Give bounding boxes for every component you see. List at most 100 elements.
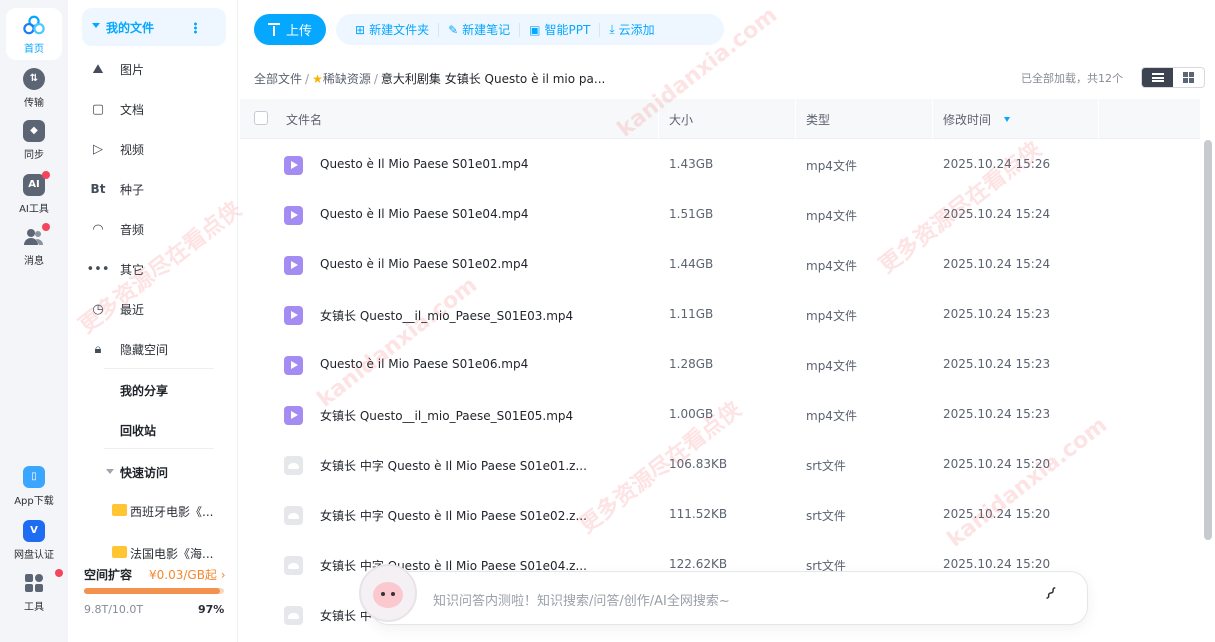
file-type: mp4文件: [806, 209, 857, 223]
ai-search-bar[interactable]: 知识问答内测啦！知识搜索/问答/创作/AI全网搜索~ ⌇: [359, 564, 1088, 625]
column-header-modified-label: 修改时间: [943, 113, 992, 127]
nav-item-torrents[interactable]: Bt 种子: [91, 179, 144, 199]
select-all-checkbox[interactable]: [254, 111, 268, 125]
breadcrumb-separator: /: [305, 72, 310, 86]
quick-access-label: 快速访问: [120, 466, 169, 480]
subtitle-file-icon: [284, 606, 303, 625]
smart-ppt-button[interactable]: ▣ 智能PPT: [520, 22, 601, 37]
rail-messages[interactable]: 消息: [6, 220, 62, 272]
ppt-icon: ▣: [529, 22, 541, 37]
table-row[interactable]: 女镇长 Questo__il_mio_Paese_S01E05.mp4 1.00…: [240, 390, 1190, 440]
notification-dot: [42, 170, 50, 179]
column-header-size[interactable]: 大小: [669, 111, 693, 128]
cloud-logo-icon: [23, 14, 45, 36]
column-header-modified[interactable]: 修改时间: [943, 111, 1010, 128]
file-modified: 2025.10.24 15:23: [943, 357, 1051, 371]
file-name: Questo è il Mio Paese S01e06.mp4: [320, 357, 529, 371]
column-header-type[interactable]: 类型: [806, 111, 830, 128]
breadcrumb-level1[interactable]: 稀缺资源: [323, 72, 371, 86]
rail-messages-label: 消息: [24, 255, 44, 267]
notification-dot: [55, 568, 63, 577]
new-folder-button[interactable]: ⊞ 新建文件夹: [346, 22, 440, 37]
rail-transfer-label: 传输: [24, 97, 44, 109]
table-row[interactable]: 女镇长 Questo__il_mio_Paese_S01E03.mp4 1.11…: [240, 290, 1190, 340]
table-row[interactable]: Questo è il Mio Paese S01e02.mp4 1.44GB …: [240, 240, 1190, 290]
upload-button[interactable]: 上传: [254, 14, 326, 45]
column-header-name[interactable]: 文件名: [286, 111, 322, 128]
nav-item-other[interactable]: ••• 其它: [87, 259, 145, 279]
list-icon: [1151, 73, 1164, 82]
note-edit-icon: ✎: [448, 22, 459, 37]
rail-app-download[interactable]: ▯ App下载: [6, 460, 62, 512]
people-icon: [23, 222, 50, 248]
rail-verify[interactable]: V 网盘认证: [6, 514, 62, 566]
more-vertical-icon[interactable]: [194, 22, 197, 34]
cloud-add-button[interactable]: ⤓ 云添加: [600, 22, 663, 37]
video-file-icon: [284, 206, 303, 225]
quick-access-item-label: 西班牙电影《...: [130, 505, 214, 519]
quick-access-title[interactable]: 快速访问: [106, 464, 169, 481]
nav-item-hidden-space[interactable]: 🔒︎ 隐藏空间: [95, 339, 168, 359]
file-name: Questo è Il Mio Paese S01e01.mp4: [320, 157, 529, 171]
transfer-icon: ⇅: [23, 67, 45, 90]
table-row[interactable]: 女镇长 中字 Questo è Il Mio Paese S01e02.z...…: [240, 490, 1190, 540]
table-row[interactable]: Questo è Il Mio Paese S01e04.mp4 1.51GB …: [240, 190, 1190, 240]
folder-icon: [112, 546, 127, 558]
table-row[interactable]: 女镇长 中字 Questo è Il Mio Paese S01e01.z...…: [240, 440, 1190, 490]
video-file-icon: [284, 256, 303, 275]
storage-used-text: 9.8T/10.0T: [84, 603, 144, 616]
new-note-button[interactable]: ✎ 新建笔记: [439, 22, 521, 37]
nav-item-documents[interactable]: ▢ 文档: [92, 99, 144, 119]
list-view-button[interactable]: [1142, 68, 1173, 87]
nav-item-audio[interactable]: ◠ 音频: [92, 219, 144, 239]
rail-ai-tools[interactable]: AI AI工具: [6, 168, 62, 220]
nav-recycle-bin[interactable]: 回收站: [120, 422, 156, 439]
document-icon: ▢: [91, 101, 105, 117]
file-type: mp4文件: [806, 259, 857, 273]
file-modified: 2025.10.24 15:20: [943, 557, 1051, 571]
star-icon: ★: [312, 72, 323, 86]
nav-my-files[interactable]: 我的文件: [82, 8, 226, 46]
rail-tools[interactable]: 工具: [6, 566, 63, 618]
table-row[interactable]: Questo è Il Mio Paese S01e01.mp4 1.43GB …: [240, 140, 1190, 190]
subtitle-file-icon: [284, 456, 303, 475]
rail-transfer[interactable]: ⇅ 传输: [6, 62, 62, 114]
nav-my-share[interactable]: 我的分享: [120, 382, 168, 399]
divider: [104, 368, 214, 369]
vertical-scrollbar[interactable]: [1204, 140, 1212, 540]
quick-access-item[interactable]: 法国电影《海...: [112, 545, 222, 562]
nav-item-recent[interactable]: ◷ 最近: [92, 299, 144, 319]
video-file-icon: [284, 306, 303, 325]
file-type: mp4文件: [806, 359, 857, 373]
file-name: Questo è il Mio Paese S01e02.mp4: [320, 257, 529, 271]
file-size: 106.83KB: [669, 457, 728, 471]
file-type: srt文件: [806, 509, 846, 523]
rail-home[interactable]: 首页: [6, 8, 62, 60]
file-modified: 2025.10.24 15:24: [943, 207, 1051, 221]
smart-ppt-label: 智能PPT: [544, 23, 591, 37]
nav-item-images[interactable]: ⛰ 图片: [93, 59, 144, 79]
grid-view-button[interactable]: [1173, 68, 1204, 87]
mascot-avatar-icon[interactable]: [359, 564, 417, 622]
file-name: Questo è Il Mio Paese S01e04.mp4: [320, 207, 529, 221]
space-price-link[interactable]: ¥0.03/GB起 ›: [149, 566, 226, 583]
more-dots-icon: •••: [86, 261, 110, 277]
quick-access-item[interactable]: 西班牙电影《...: [112, 503, 222, 520]
upload-icon: [267, 23, 280, 36]
collapse-triangle-icon: [106, 469, 114, 474]
breadcrumb-root[interactable]: 全部文件: [254, 72, 302, 86]
file-modified: 2025.10.24 15:20: [943, 457, 1051, 471]
table-row[interactable]: Questo è il Mio Paese S01e06.mp4 1.28GB …: [240, 340, 1190, 390]
file-name: 女镇长 中字 Questo è Il Mio Paese S01e02.z...: [320, 509, 587, 523]
file-name: 女镇长 Questo__il_mio_Paese_S01E05.mp4: [320, 409, 574, 423]
folder-icon: [112, 504, 127, 516]
storage-percent: 97%: [198, 603, 225, 616]
cloud-add-label: 云添加: [618, 23, 655, 37]
nav-item-videos[interactable]: ▷ 视频: [93, 139, 144, 159]
paperclip-icon[interactable]: ⌇: [1039, 583, 1068, 613]
rail-sync[interactable]: ◆ 同步: [6, 114, 62, 166]
file-size: 1.44GB: [669, 257, 714, 271]
new-folder-label: 新建文件夹: [369, 23, 430, 37]
column-divider: [1098, 99, 1099, 139]
action-toolbar: ⊞ 新建文件夹 ✎ 新建笔记 ▣ 智能PPT ⤓ 云添加: [336, 14, 724, 45]
